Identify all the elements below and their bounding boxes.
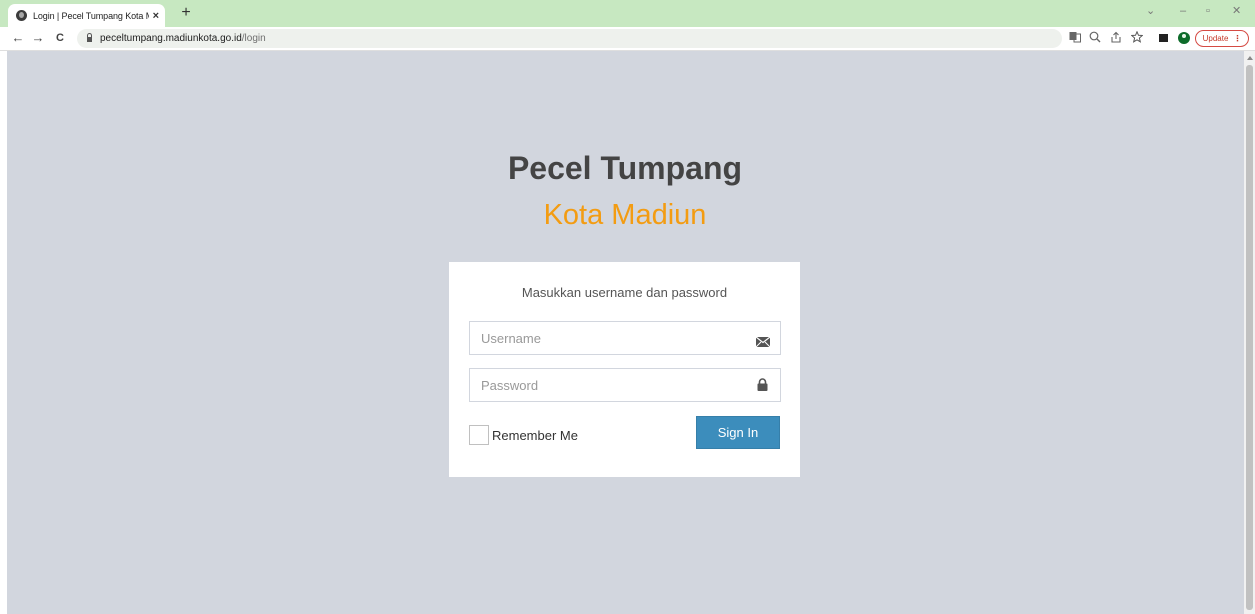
sign-in-button[interactable]: Sign In — [696, 416, 780, 449]
browser-tab-strip: Login | Pecel Tumpang Kota Madiun × + ⌄ … — [0, 0, 1255, 27]
lock-icon — [757, 378, 768, 391]
url-host: peceltumpang.madiunkota.go.id — [100, 33, 242, 44]
close-window-button[interactable]: ✕ — [1232, 4, 1241, 18]
update-label: Update — [1202, 34, 1229, 43]
app-title: Pecel Tumpang — [507, 150, 743, 186]
browser-toolbar: ← → C peceltumpang.madiunkota.go.id/logi… — [0, 27, 1255, 51]
reload-button[interactable]: C — [52, 30, 68, 46]
scroll-up-arrow-icon[interactable] — [1247, 56, 1253, 60]
profile-icon[interactable] — [1178, 32, 1190, 44]
envelope-icon — [755, 334, 771, 348]
update-button[interactable]: Update ⋮ — [1195, 30, 1249, 47]
remember-me-checkbox[interactable] — [469, 425, 489, 445]
forward-button[interactable]: → — [30, 30, 46, 46]
url-text: peceltumpang.madiunkota.go.id/login — [100, 33, 266, 44]
chevron-down-icon[interactable]: ⌄ — [1146, 4, 1155, 18]
translate-icon[interactable] — [1068, 31, 1082, 47]
password-input[interactable] — [481, 370, 751, 400]
url-path: /login — [241, 33, 266, 44]
close-tab-icon[interactable]: × — [153, 10, 159, 22]
more-menu-icon: ⋮ — [1233, 34, 1242, 43]
username-input[interactable] — [481, 323, 751, 353]
share-icon[interactable] — [1109, 31, 1123, 47]
page-scrollbar[interactable] — [1244, 51, 1255, 614]
back-button[interactable]: ← — [10, 30, 26, 46]
username-field-group — [469, 321, 781, 355]
login-box: Masukkan username dan password Remember … — [449, 262, 800, 477]
lock-icon — [87, 33, 92, 42]
minimize-button[interactable]: – — [1180, 4, 1186, 18]
restore-button[interactable]: ▫ — [1206, 4, 1210, 18]
globe-favicon-icon — [16, 10, 27, 21]
new-tab-button[interactable]: + — [176, 3, 196, 23]
password-field-group — [469, 368, 781, 402]
remember-me-label[interactable]: Remember Me — [492, 428, 578, 443]
browser-tab[interactable]: Login | Pecel Tumpang Kota Madiun × — [8, 4, 165, 27]
scroll-thumb[interactable] — [1246, 65, 1253, 610]
zoom-icon[interactable] — [1088, 31, 1102, 47]
side-panel-icon[interactable] — [1159, 34, 1168, 42]
address-bar[interactable]: peceltumpang.madiunkota.go.id/login — [77, 29, 1062, 48]
bookmark-star-icon[interactable] — [1130, 30, 1144, 47]
app-subtitle: Kota Madiun — [543, 199, 707, 231]
tab-title: Login | Pecel Tumpang Kota Madiun — [33, 10, 149, 21]
login-message: Masukkan username dan password — [521, 285, 728, 300]
